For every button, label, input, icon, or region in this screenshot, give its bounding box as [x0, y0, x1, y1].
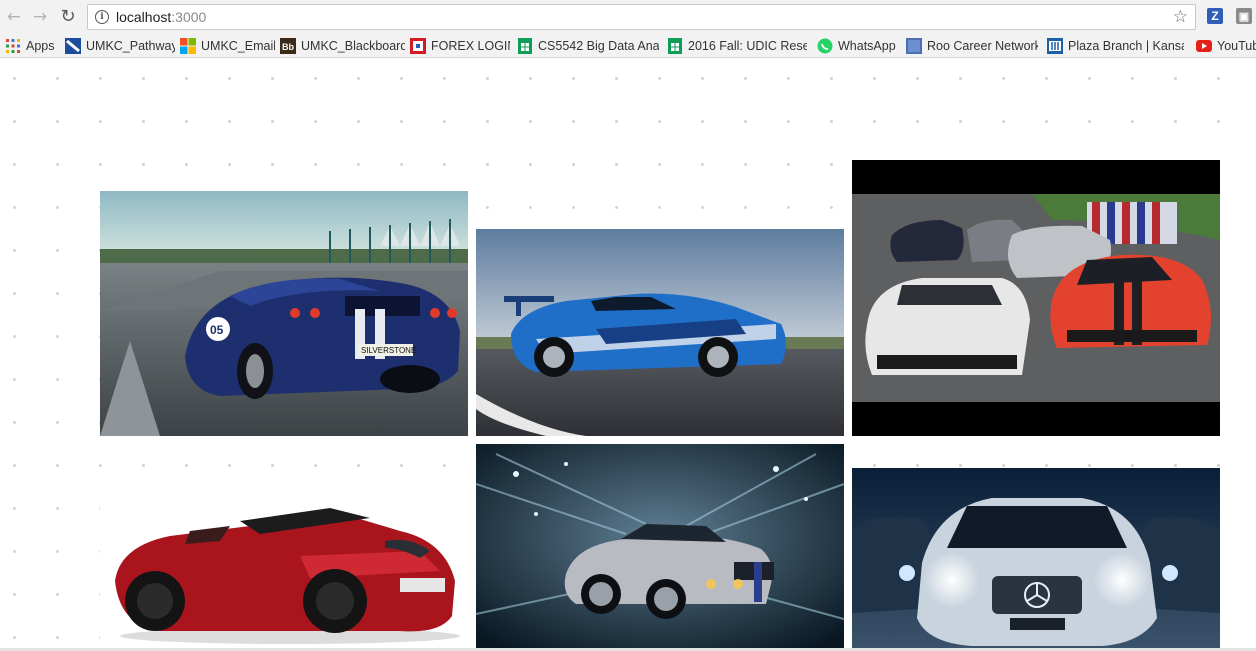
car-image-red-convertible[interactable]: [100, 486, 468, 648]
car-image-silver-mercedes[interactable]: [852, 468, 1220, 648]
bookmark-label: 2016 Fall: UDIC Resea: [688, 38, 807, 53]
bookmark-forex-login[interactable]: FOREX LOGIN: [410, 37, 510, 54]
back-button[interactable]: ←: [4, 7, 24, 27]
library-icon: [1047, 37, 1063, 54]
reload-button[interactable]: ↻: [58, 7, 78, 27]
bookmark-umkc-email[interactable]: UMKC_Email: [180, 37, 275, 54]
apps-grid-icon: [5, 38, 21, 54]
bookmark-label: UMKC_Blackboard: [301, 38, 405, 53]
car-image-blue-race-car[interactable]: [476, 229, 844, 436]
arrow-left-icon: ←: [6, 6, 22, 27]
bookmarks-bar: Apps UMKC_Pathway UMKC_Email Bb UMKC_Bla…: [0, 34, 1256, 58]
browser-toolbar: ← → ↻ i localhost:3000 ☆ Z ▣: [0, 0, 1256, 34]
youtube-icon: [1196, 38, 1212, 54]
bookmark-label: WhatsApp: [838, 38, 896, 53]
microsoft-logo-icon: [180, 37, 196, 54]
address-bar[interactable]: i localhost:3000 ☆: [87, 4, 1196, 30]
svg-text:SILVERSTONE: SILVERSTONE: [361, 346, 416, 355]
bookmark-whatsapp[interactable]: WhatsApp: [817, 37, 899, 54]
pocket-icon[interactable]: ▣: [1236, 8, 1252, 24]
bookmark-label: FOREX LOGIN: [431, 38, 510, 53]
bookmark-umkc-blackboard[interactable]: Bb UMKC_Blackboard: [280, 37, 405, 54]
bookmark-label: Roo Career Network: [927, 38, 1038, 53]
bookmark-label: YouTub: [1217, 38, 1256, 53]
star-icon[interactable]: ☆: [1173, 7, 1188, 27]
car-image-supercars-race[interactable]: [852, 160, 1220, 436]
sheets-icon: [517, 37, 533, 54]
svg-text:Bb: Bb: [282, 42, 294, 52]
bookmark-udic-research[interactable]: 2016 Fall: UDIC Resea: [667, 37, 807, 54]
whatsapp-icon: [817, 38, 833, 54]
forward-button[interactable]: →: [30, 7, 50, 27]
url-port: :3000: [171, 9, 207, 25]
car-image-ferrari-track[interactable]: 05 SILVERSTONE: [100, 191, 468, 436]
bookmark-apps[interactable]: Apps: [5, 37, 57, 54]
bookmark-label: CS5542 Big Data Anal: [538, 38, 659, 53]
arrow-right-icon: →: [32, 6, 48, 27]
bookmark-label: Plaza Branch | Kansas: [1068, 38, 1184, 53]
bookmark-label: UMKC_Email: [201, 38, 275, 53]
roo-career-icon: [906, 37, 922, 54]
bookmark-label: UMKC_Pathway: [86, 38, 175, 53]
bookmark-label: Apps: [26, 38, 55, 53]
svg-text:05: 05: [210, 323, 224, 337]
bookmark-plaza-branch[interactable]: Plaza Branch | Kansas: [1047, 37, 1184, 54]
sheets-icon: [667, 37, 683, 54]
blackboard-icon: Bb: [280, 37, 296, 54]
bookmark-cs5542[interactable]: CS5542 Big Data Anal: [517, 37, 659, 54]
reload-icon: ↻: [60, 6, 76, 27]
forex-icon: [410, 37, 426, 54]
bookmark-roo-career[interactable]: Roo Career Network: [906, 37, 1038, 54]
car-image-silver-mustang[interactable]: [476, 444, 844, 648]
bookmark-umkc-pathway[interactable]: UMKC_Pathway: [65, 37, 175, 54]
info-icon[interactable]: i: [95, 10, 109, 24]
umkc-pathway-icon: [65, 37, 81, 54]
url-text[interactable]: localhost:3000: [116, 9, 206, 25]
zotero-icon[interactable]: Z: [1207, 8, 1223, 24]
bookmark-youtube[interactable]: YouTub: [1196, 37, 1256, 54]
url-host: localhost: [116, 9, 172, 25]
